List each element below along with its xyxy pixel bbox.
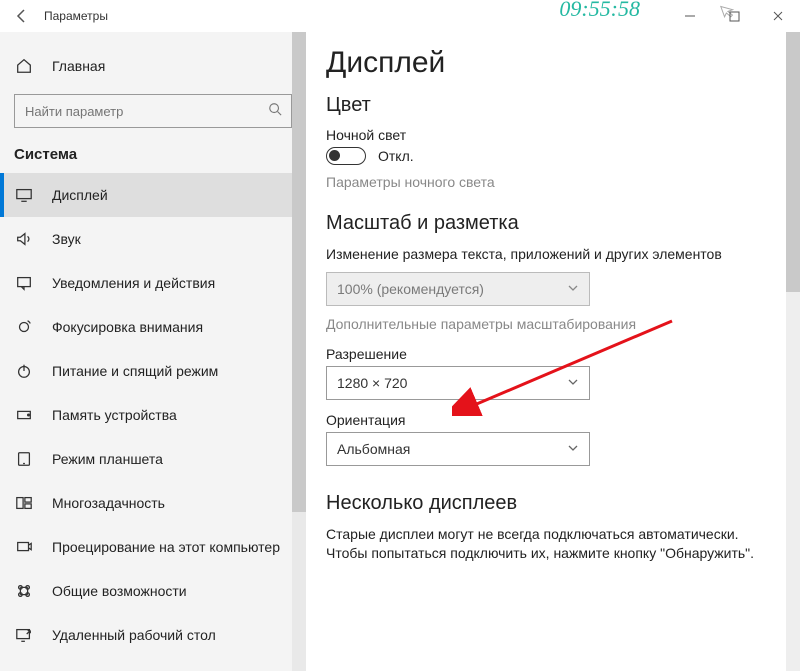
sidebar-scroll-thumb[interactable] xyxy=(292,32,306,512)
sidebar-item-tablet[interactable]: Режим планшета xyxy=(0,437,306,481)
orientation-dropdown-value: Альбомная xyxy=(337,441,410,457)
resolution-dropdown[interactable]: 1280 × 720 xyxy=(326,366,590,400)
remote-icon xyxy=(14,625,34,645)
sidebar-item-display[interactable]: Дисплей xyxy=(0,173,306,217)
tablet-icon xyxy=(14,449,34,469)
sidebar-scrollbar[interactable] xyxy=(292,32,306,671)
power-icon xyxy=(14,361,34,381)
sidebar-item-label: Общие возможности xyxy=(52,583,187,599)
scale-label: Изменение размера текста, приложений и д… xyxy=(326,245,780,264)
notifications-icon xyxy=(14,273,34,293)
back-button[interactable] xyxy=(0,0,44,32)
sidebar-home-label: Главная xyxy=(52,58,105,74)
orientation-dropdown[interactable]: Альбомная xyxy=(326,432,590,466)
sidebar-item-notifications[interactable]: Уведомления и действия xyxy=(0,261,306,305)
scale-dropdown[interactable]: 100% (рекомендуется) xyxy=(326,272,590,306)
maximize-button[interactable] xyxy=(712,0,756,32)
content: Дисплей Цвет Ночной свет Откл. Параметры… xyxy=(306,32,800,671)
clock-overlay: 09:55:58 xyxy=(559,0,640,22)
advanced-scale-link[interactable]: Дополнительные параметры масштабирования xyxy=(326,316,780,332)
focus-icon xyxy=(14,317,34,337)
sidebar-item-remote[interactable]: Удаленный рабочий стол xyxy=(0,613,306,657)
resolution-dropdown-value: 1280 × 720 xyxy=(337,375,407,391)
sidebar-item-project[interactable]: Проецирование на этот компьютер xyxy=(0,525,306,569)
sidebar: Главная Система Дисплей Звук Уведомления… xyxy=(0,32,306,671)
sidebar-home[interactable]: Главная xyxy=(0,44,306,88)
sidebar-item-focus[interactable]: Фокусировка внимания xyxy=(0,305,306,349)
sidebar-item-label: Уведомления и действия xyxy=(52,275,215,291)
close-button[interactable] xyxy=(756,0,800,32)
sidebar-item-shared[interactable]: Общие возможности xyxy=(0,569,306,613)
storage-icon xyxy=(14,405,34,425)
night-light-settings-link[interactable]: Параметры ночного света xyxy=(326,174,780,190)
project-icon xyxy=(14,537,34,557)
chevron-down-icon xyxy=(567,281,579,297)
night-light-toggle-row: Откл. xyxy=(326,147,780,166)
sidebar-item-label: Дисплей xyxy=(52,187,108,203)
sidebar-section-title: Система xyxy=(0,146,306,173)
scale-dropdown-value: 100% (рекомендуется) xyxy=(337,281,484,297)
window-controls xyxy=(668,0,800,32)
search-icon xyxy=(268,102,282,121)
sidebar-item-label: Удаленный рабочий стол xyxy=(52,627,216,643)
sidebar-item-label: Память устройства xyxy=(52,407,177,423)
section-multi: Несколько дисплеев xyxy=(326,492,780,515)
multi-text: Старые дисплеи могут не всегда подключат… xyxy=(326,525,756,563)
section-color: Цвет xyxy=(326,94,780,117)
sidebar-item-label: Фокусировка внимания xyxy=(52,319,203,335)
toggle-knob xyxy=(329,150,340,161)
content-scroll-thumb[interactable] xyxy=(786,32,800,292)
sidebar-item-storage[interactable]: Память устройства xyxy=(0,393,306,437)
sidebar-item-power[interactable]: Питание и спящий режим xyxy=(0,349,306,393)
multitask-icon xyxy=(14,493,34,513)
sidebar-item-label: Питание и спящий режим xyxy=(52,363,218,379)
sidebar-item-multitask[interactable]: Многозадачность xyxy=(0,481,306,525)
sidebar-item-label: Многозадачность xyxy=(52,495,165,511)
search-input[interactable] xyxy=(14,94,292,128)
content-scrollbar[interactable] xyxy=(786,32,800,671)
sidebar-item-sound[interactable]: Звук xyxy=(0,217,306,261)
home-icon xyxy=(14,56,34,76)
display-icon xyxy=(14,185,34,205)
titlebar: Параметры 09:55:58 xyxy=(0,0,800,32)
sidebar-item-label: Режим планшета xyxy=(52,451,163,467)
minimize-button[interactable] xyxy=(668,0,712,32)
app-title: Параметры xyxy=(44,9,108,23)
page-title: Дисплей xyxy=(326,46,780,80)
chevron-down-icon xyxy=(567,375,579,391)
orientation-label: Ориентация xyxy=(326,412,780,428)
night-light-label: Ночной свет xyxy=(326,127,780,143)
chevron-down-icon xyxy=(567,441,579,457)
toggle-state-label: Откл. xyxy=(378,147,414,166)
search-wrap xyxy=(0,94,306,128)
resolution-label: Разрешение xyxy=(326,346,780,362)
sidebar-item-label: Звук xyxy=(52,231,81,247)
shared-icon xyxy=(14,581,34,601)
sidebar-item-label: Проецирование на этот компьютер xyxy=(52,539,280,555)
sound-icon xyxy=(14,229,34,249)
night-light-toggle[interactable] xyxy=(326,147,366,165)
section-scale: Масштаб и разметка xyxy=(326,212,780,235)
